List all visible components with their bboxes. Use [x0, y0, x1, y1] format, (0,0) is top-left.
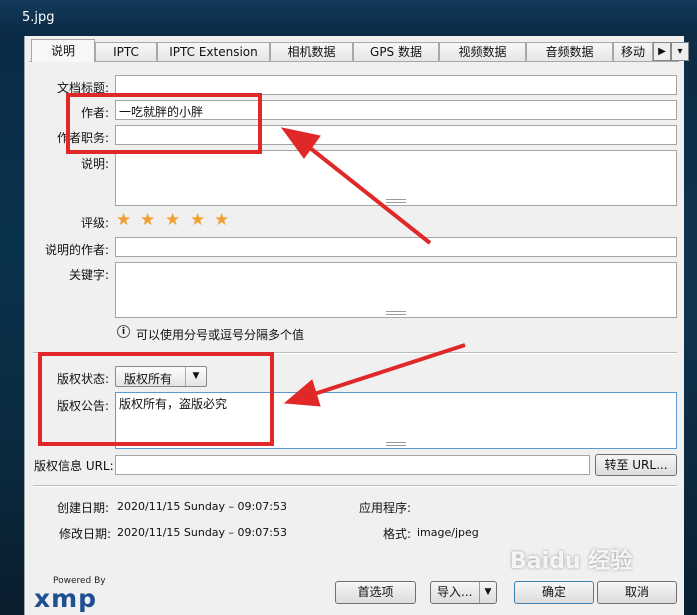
import-button[interactable]: 导入... ▼	[430, 581, 497, 604]
tab-iptc[interactable]: IPTC	[95, 42, 157, 61]
annotation-box-copyright	[38, 352, 274, 446]
keywords-hint: 可以使用分号或逗号分隔多个值	[136, 328, 305, 342]
copyright-url-label: 版权信息 URL:	[34, 459, 114, 473]
resize-grip-icon[interactable]	[386, 442, 406, 446]
window-title: 5.jpg	[22, 10, 55, 25]
annotation-box-author	[66, 93, 262, 154]
tab-mobile[interactable]: 移动	[613, 42, 653, 61]
desc-writer-field[interactable]	[115, 237, 677, 257]
rating-star-icon[interactable]: ★	[214, 212, 229, 229]
description-label: 说明:	[80, 157, 109, 171]
background-left	[0, 0, 24, 615]
description-field[interactable]	[115, 150, 677, 206]
resize-grip-icon[interactable]	[386, 311, 406, 315]
resize-grip-icon[interactable]	[386, 199, 406, 203]
tab-description[interactable]: 说明	[31, 39, 95, 62]
ok-button[interactable]: 确定	[514, 581, 594, 604]
doc-title-field[interactable]	[115, 75, 677, 95]
background-right	[683, 0, 697, 615]
info-icon: i	[117, 325, 130, 338]
rating-star-icon[interactable]: ★	[190, 212, 205, 229]
cancel-button[interactable]: 取消	[597, 581, 677, 604]
rating-star-icon[interactable]: ★	[116, 212, 131, 229]
chevron-down-icon: ▼	[479, 582, 496, 603]
tab-gps-data[interactable]: GPS 数据	[353, 42, 439, 61]
created-date-label: 创建日期:	[56, 501, 109, 515]
format-value: image/jpeg	[417, 526, 479, 539]
title-bar: 5.jpg	[0, 0, 697, 36]
keywords-field[interactable]	[115, 262, 677, 318]
tab-iptc-extension[interactable]: IPTC Extension	[157, 42, 270, 61]
tab-video-data[interactable]: 视频数据	[439, 42, 526, 61]
keywords-label: 关键字:	[68, 268, 109, 282]
tab-scroll-right-icon[interactable]: ▶	[653, 42, 671, 61]
tab-bar: 说明 IPTC IPTC Extension 相机数据 GPS 数据 视频数据 …	[31, 39, 689, 62]
copyright-url-field[interactable]	[115, 455, 590, 475]
preferences-button[interactable]: 首选项	[335, 581, 416, 604]
rating-star-icon[interactable]: ★	[140, 212, 155, 229]
import-label: 导入...	[437, 585, 473, 599]
application-label: 应用程序:	[358, 501, 411, 515]
goto-url-button[interactable]: 转至 URL...	[595, 454, 677, 476]
section-divider	[33, 485, 677, 487]
rating-label: 评级:	[80, 216, 109, 230]
tab-menu-icon[interactable]: ▾	[671, 42, 689, 61]
tab-camera-data[interactable]: 相机数据	[270, 42, 353, 61]
modified-date-label: 修改日期:	[58, 527, 111, 541]
created-date-value: 2020/11/15 Sunday – 09:07:53	[117, 500, 287, 513]
desc-writer-label: 说明的作者:	[44, 243, 109, 257]
baidu-watermark: Baidu 经验	[510, 549, 633, 574]
xmp-logo: xmp	[34, 584, 98, 613]
tab-panel-border	[29, 61, 679, 62]
format-label: 格式:	[382, 527, 411, 541]
tab-audio-data[interactable]: 音频数据	[526, 42, 613, 61]
rating-star-icon[interactable]: ★	[165, 212, 180, 229]
modified-date-value: 2020/11/15 Sunday – 09:07:53	[117, 526, 287, 539]
